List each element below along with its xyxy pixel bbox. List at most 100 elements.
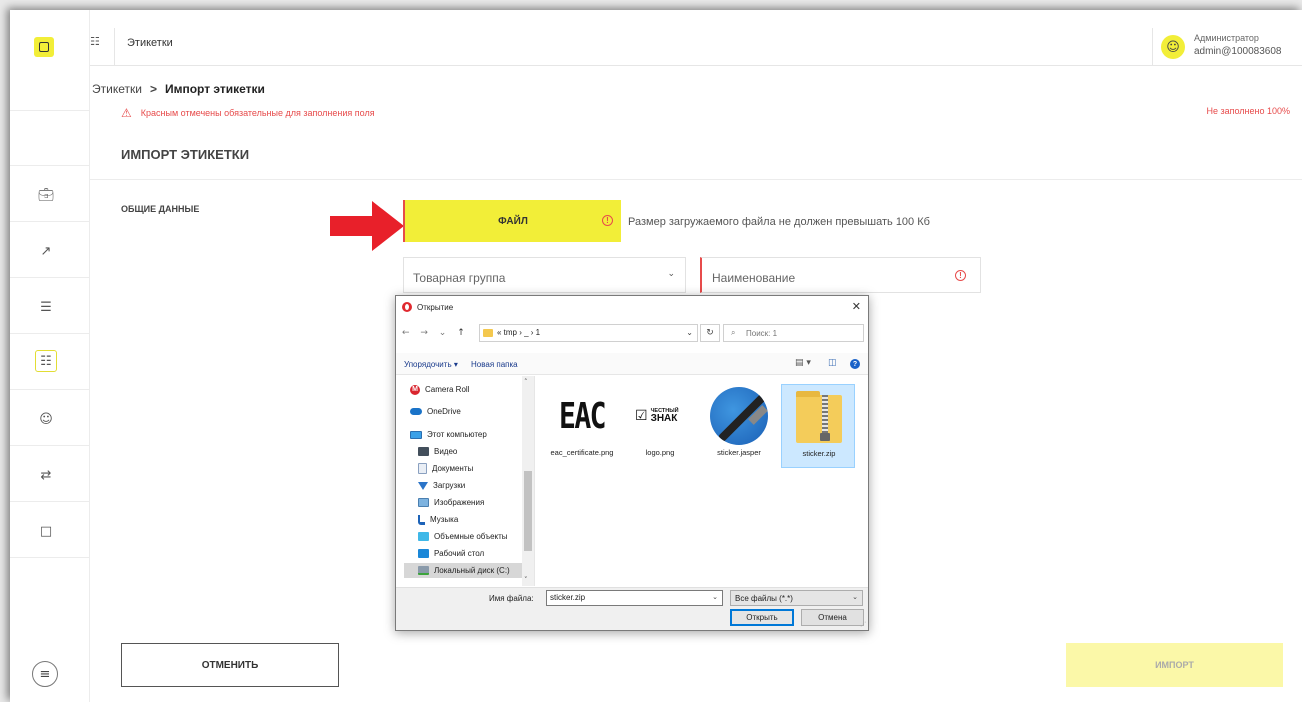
- file-name-input[interactable]: sticker.zip ⌄: [546, 590, 723, 606]
- file-name: eac_certificate.png: [550, 448, 614, 457]
- product-group-select[interactable]: Товарная группа ⌄: [403, 257, 686, 293]
- navigation-arrows[interactable]: ← → ⌄ ↑: [402, 328, 469, 338]
- view-options-icon[interactable]: ▤ ▾: [795, 358, 811, 368]
- fill-progress: Не заполнено 100%: [1206, 106, 1290, 116]
- preview-pane-icon[interactable]: ◫: [828, 358, 837, 368]
- file-name-value: sticker.zip: [550, 593, 586, 602]
- file-type-select[interactable]: Все файлы (*.*) ⌄: [730, 590, 863, 606]
- nav-item-label: Рабочий стол: [434, 549, 485, 558]
- file-upload-button[interactable]: ФАЙЛ !: [403, 200, 621, 242]
- file-item-sticker-jasper[interactable]: sticker.jasper: [702, 384, 776, 468]
- breadcrumb-root[interactable]: Этикетки: [92, 82, 142, 96]
- nav-item-video[interactable]: Видео: [418, 444, 457, 459]
- file-button-label: ФАЙЛ: [498, 215, 528, 227]
- scroll-up-icon[interactable]: ˄: [524, 378, 528, 386]
- sidebar-divider: [10, 445, 90, 446]
- dialog-toolbar: Упорядочить ▾ Новая папка ▤ ▾ ◫ ?: [396, 353, 868, 375]
- refresh-icon[interactable]: ↻: [700, 324, 720, 342]
- chevron-down-icon: ⌄: [852, 593, 858, 601]
- file-item-sticker-zip[interactable]: sticker.zip: [781, 384, 855, 468]
- box-icon[interactable]: [34, 37, 54, 57]
- address-bar[interactable]: « tmp › _ › 1 ⌄: [479, 324, 698, 342]
- opera-icon: [402, 302, 412, 312]
- nav-item-desktop[interactable]: Рабочий стол: [418, 546, 484, 561]
- sidebar-divider: [10, 501, 90, 502]
- organize-menu[interactable]: Упорядочить ▾: [404, 360, 458, 369]
- nav-item-downloads[interactable]: Загрузки: [418, 478, 465, 493]
- nav-item-onedrive[interactable]: OneDrive: [410, 404, 461, 419]
- nav-item-label: Объемные объекты: [434, 532, 508, 541]
- help-icon[interactable]: ?: [850, 359, 860, 369]
- new-folder-button[interactable]: Новая папка: [471, 360, 518, 369]
- nav-item-pictures[interactable]: Изображения: [418, 495, 484, 510]
- nav-item-local-disk[interactable]: Локальный диск (C:): [404, 563, 526, 578]
- desktop-icon: [418, 549, 429, 558]
- file-type-value: Все файлы (*.*): [735, 594, 793, 603]
- file-item-eac-certificate[interactable]: EAC eac_certificate.png: [545, 384, 619, 468]
- info-icon: !: [602, 215, 613, 226]
- zip-folder-icon: [796, 391, 842, 443]
- nav-item-label: Документы: [432, 464, 474, 473]
- search-icon: ⌕: [731, 328, 736, 337]
- briefcase-icon[interactable]: 💼︎: [35, 184, 57, 206]
- scroll-down-icon[interactable]: ˅: [524, 576, 528, 584]
- chevron-down-icon[interactable]: ⌄: [686, 328, 693, 337]
- logo-text-line2: ЗНАК: [650, 413, 678, 424]
- section-label: ОБЩИЕ ДАННЫЕ: [121, 204, 200, 214]
- red-arrow-icon: [330, 201, 404, 251]
- resize-grip-icon[interactable]: ⋰: [860, 621, 866, 628]
- cloud-icon: [410, 408, 422, 415]
- nav-item-music[interactable]: Музыка: [418, 512, 458, 527]
- name-input[interactable]: Наименование !: [700, 257, 981, 293]
- back-forward-icon[interactable]: ← → ⌄: [402, 328, 450, 338]
- chart-icon[interactable]: ↗: [35, 240, 57, 262]
- user-check-icon[interactable]: ☺: [35, 408, 57, 430]
- check-icon: ☑: [635, 408, 648, 424]
- nav-item-this-pc[interactable]: Этот компьютер: [410, 427, 487, 442]
- nav-item-documents[interactable]: Документы: [418, 461, 473, 476]
- import-button[interactable]: ИМПОРТ: [1066, 643, 1283, 687]
- exchange-icon[interactable]: ⇄: [35, 464, 57, 486]
- chevron-down-icon[interactable]: ⌄: [712, 593, 718, 601]
- product-group-placeholder: Товарная группа: [413, 271, 506, 285]
- info-icon: !: [955, 270, 966, 281]
- cancel-button[interactable]: ОТМЕНИТЬ: [121, 643, 339, 687]
- list-icon[interactable]: ☰: [35, 296, 57, 318]
- grid-icon[interactable]: ☷: [90, 36, 102, 48]
- breadcrumb-current: Импорт этикетки: [164, 82, 265, 96]
- open-button[interactable]: Открыть: [730, 609, 794, 626]
- nav-item-3d-objects[interactable]: Объемные объекты: [418, 529, 508, 544]
- nav-pane-scrollbar[interactable]: ˄ ˅: [522, 376, 534, 586]
- labels-grid-icon[interactable]: ☷: [35, 350, 57, 372]
- pictures-icon: [418, 498, 429, 507]
- address-row: ← → ⌄ ↑ « tmp › _ › 1 ⌄ ↻ ⌕: [396, 322, 868, 344]
- dialog-titlebar[interactable]: Открытие ✕: [396, 296, 868, 318]
- search-input[interactable]: [746, 326, 856, 340]
- dialog-cancel-button[interactable]: Отмена: [801, 609, 864, 626]
- file-name: logo.png: [645, 448, 675, 457]
- disk-icon: [418, 566, 429, 575]
- mega-icon: M: [410, 384, 420, 395]
- music-icon: [418, 514, 425, 525]
- file-name: sticker.jasper: [717, 448, 761, 457]
- close-icon[interactable]: ✕: [852, 300, 861, 313]
- breadcrumb-separator: >: [149, 82, 157, 96]
- nav-item-camera-roll[interactable]: M Camera Roll: [410, 382, 469, 397]
- search-box[interactable]: ⌕: [723, 324, 864, 342]
- up-arrow-icon[interactable]: ↑: [457, 328, 469, 338]
- left-sidebar: 💼︎ ↗ ☰ ☷ ☺ ⇄ □ ≡: [10, 10, 90, 702]
- jasper-icon: [710, 387, 768, 445]
- 3d-objects-icon: [418, 532, 429, 541]
- nav-item-label: Этот компьютер: [427, 430, 487, 439]
- hamburger-icon[interactable]: ≡: [32, 661, 58, 687]
- user-role: Администратор: [1194, 33, 1259, 43]
- file-size-hint: Размер загружаемого файла не должен прев…: [628, 216, 930, 228]
- nav-item-label: Локальный диск (C:): [434, 566, 510, 575]
- nav-item-label: Видео: [434, 447, 458, 456]
- scrollbar-thumb[interactable]: [524, 471, 532, 551]
- nav-item-label: Изображения: [434, 498, 485, 507]
- file-item-logo[interactable]: ☑ ЧЕСТНЫЙ ЗНАК logo.png: [623, 384, 697, 468]
- video-icon: [418, 447, 429, 456]
- user-icon[interactable]: ☺: [1161, 35, 1185, 59]
- document-icon[interactable]: □: [35, 520, 57, 542]
